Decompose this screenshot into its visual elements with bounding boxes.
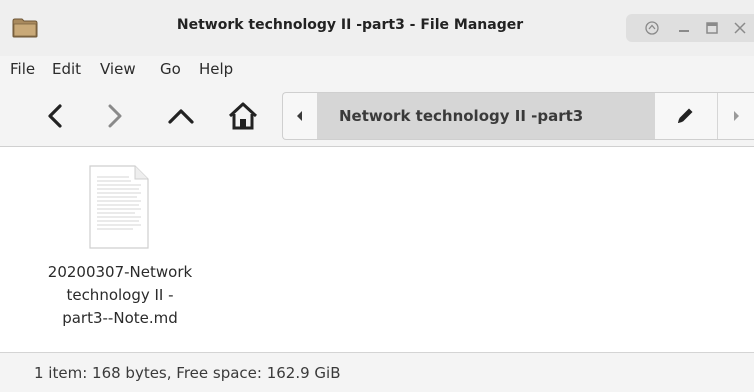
file-name-line-3: part3--Note.md: [62, 309, 178, 327]
status-bar: 1 item: 168 bytes, Free space: 162.9 GiB: [0, 352, 754, 392]
pencil-icon[interactable]: [673, 105, 697, 127]
menu-edit[interactable]: Edit: [52, 60, 81, 78]
file-view[interactable]: 20200307-Network technology II - part3--…: [0, 147, 754, 352]
close-icon[interactable]: [730, 18, 750, 38]
up-icon[interactable]: [165, 100, 197, 132]
menu-help[interactable]: Help: [199, 60, 233, 78]
shade-icon[interactable]: [642, 18, 662, 38]
text-document-icon: [89, 165, 149, 249]
forward-icon[interactable]: [98, 100, 130, 132]
back-icon[interactable]: [40, 100, 72, 132]
path-scroll-left-icon[interactable]: [283, 93, 318, 139]
maximize-icon[interactable]: [702, 18, 722, 38]
menu-view[interactable]: View: [100, 60, 136, 78]
path-bar: Network technology II -part3: [282, 92, 754, 140]
title-bar[interactable]: Network technology II -part3 - File Mana…: [0, 0, 754, 57]
home-icon[interactable]: [227, 100, 259, 132]
file-name-line-1: 20200307-Network: [47, 263, 193, 281]
status-text: 1 item: 168 bytes, Free space: 162.9 GiB: [34, 364, 341, 382]
menu-file[interactable]: File: [10, 60, 35, 78]
minimize-icon[interactable]: [674, 18, 694, 38]
menu-go[interactable]: Go: [160, 60, 181, 78]
menu-bar: File Edit View Go Help: [0, 56, 754, 87]
window-controls: [626, 14, 754, 42]
file-name-line-2: technology II -: [66, 286, 174, 304]
file-name: 20200307-Network technology II - part3--…: [20, 261, 220, 330]
window-title: Network technology II -part3 - File Mana…: [176, 17, 524, 33]
file-item[interactable]: 20200307-Network technology II - part3--…: [20, 161, 220, 341]
path-scroll-right-icon[interactable]: [717, 93, 754, 139]
path-crumb-current[interactable]: Network technology II -part3: [318, 93, 655, 139]
